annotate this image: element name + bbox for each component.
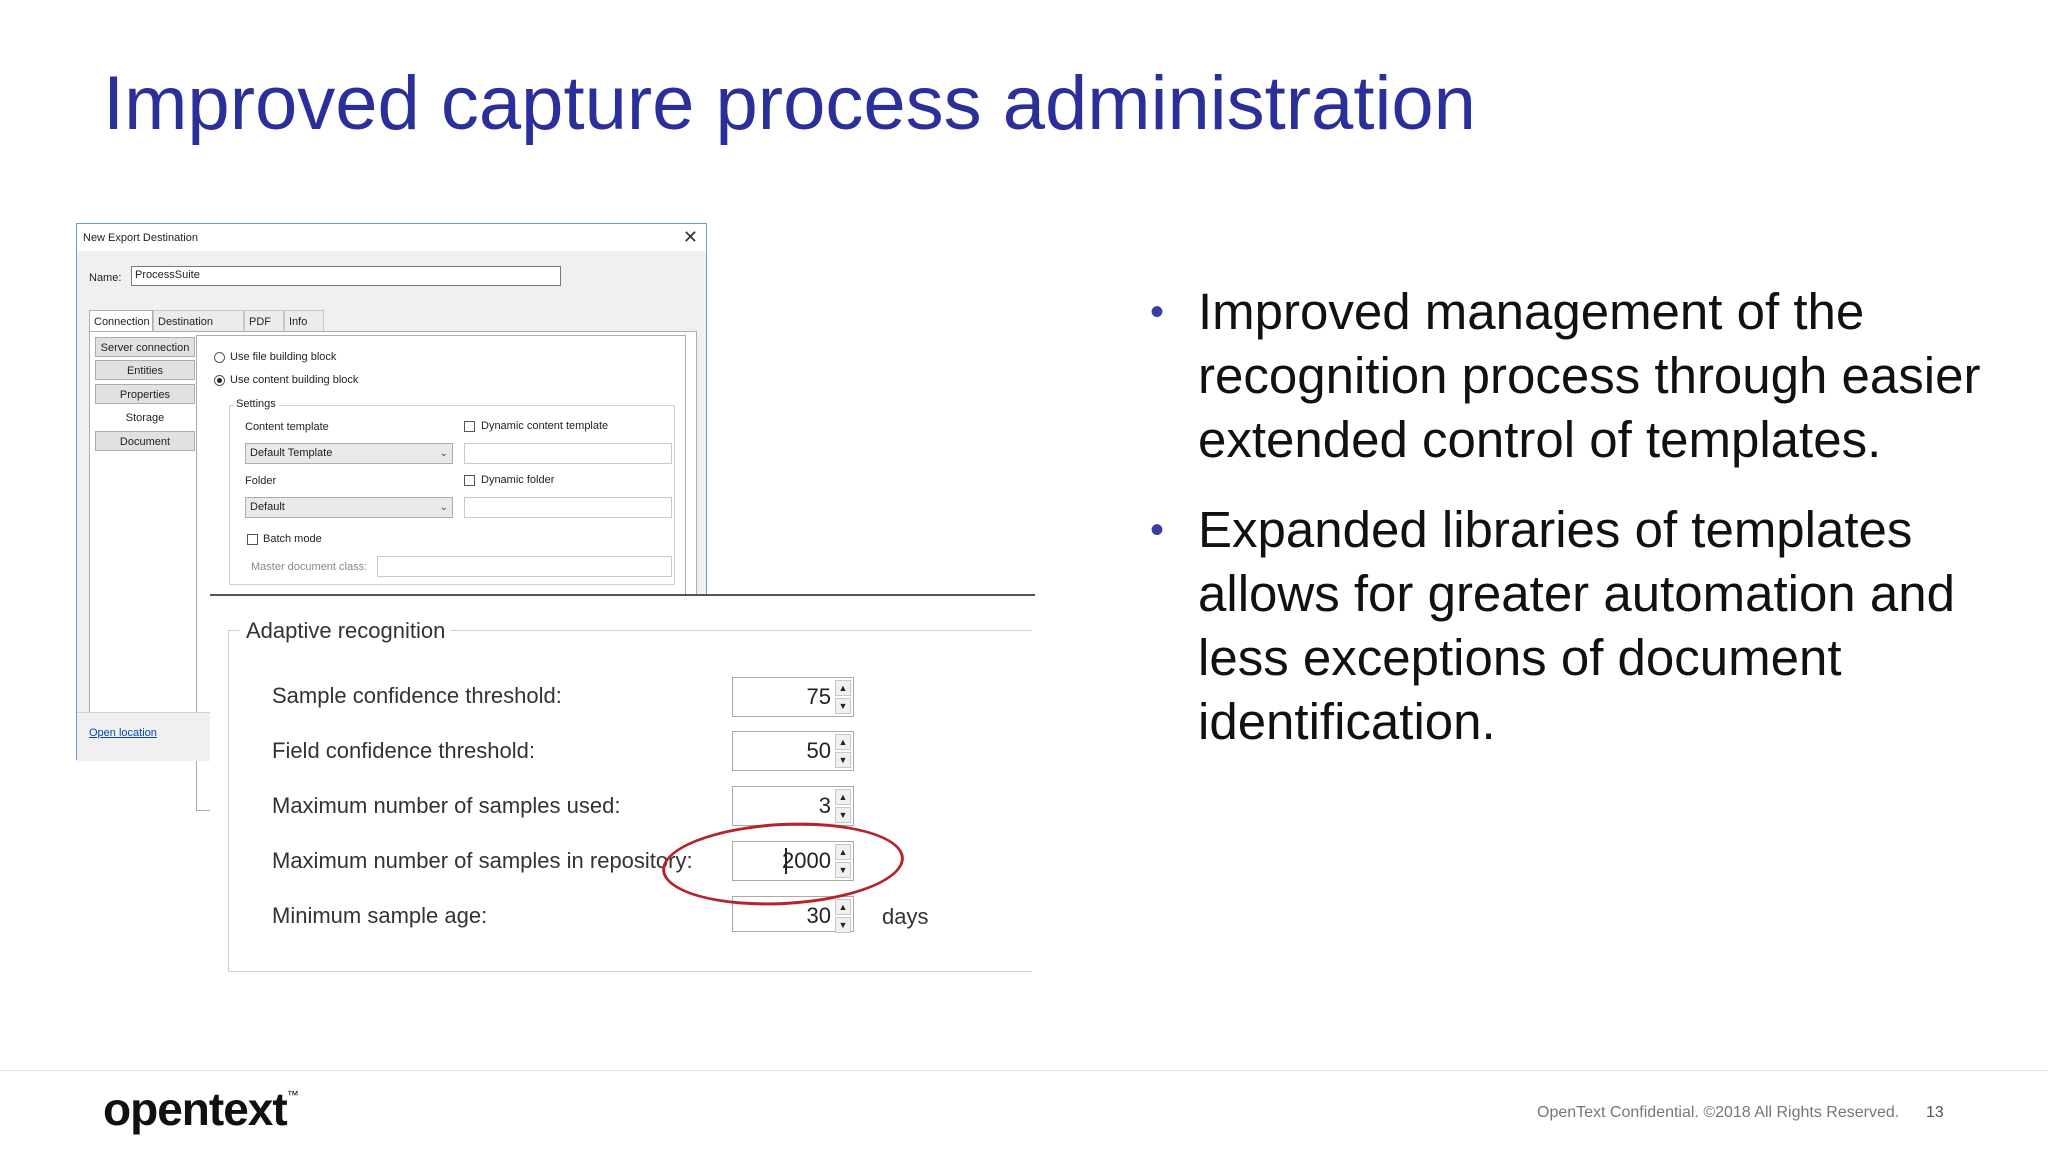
name-input[interactable]: ProcessSuite (131, 266, 561, 286)
name-label: Name: (89, 272, 122, 284)
open-location-link[interactable]: Open location (89, 727, 157, 739)
field-confidence-label: Field confidence threshold: (272, 738, 535, 763)
bullet-list: • Improved management of the recognition… (1150, 280, 2000, 780)
master-document-class-input[interactable] (377, 556, 672, 577)
settings-label: Settings (233, 398, 279, 410)
tab-pdf[interactable]: PDF (244, 310, 284, 332)
batch-mode-label: Batch mode (263, 533, 322, 545)
side-button-storage[interactable]: Storage (95, 407, 195, 427)
master-document-class-label: Master document class: (251, 561, 368, 573)
dialog-title: New Export Destination (83, 232, 198, 244)
dynamic-content-template-label: Dynamic content template (481, 420, 609, 432)
content-template-select[interactable]: Default Template ⌄ (245, 443, 453, 464)
slide-title: Improved capture process administration (103, 61, 1476, 146)
max-samples-used-value: 3 (818, 793, 831, 818)
field-confidence-spinner[interactable]: 50 ▲ ▼ (732, 731, 854, 771)
bullet-item: • Improved management of the recognition… (1150, 280, 2000, 472)
content-template-label: Content template (245, 421, 329, 433)
logo-text: opentext (103, 1083, 288, 1135)
min-sample-age-label: Minimum sample age: (272, 903, 488, 928)
bullet-text: Improved management of the recognition p… (1198, 283, 1981, 468)
side-button-server-connection[interactable]: Server connection (95, 337, 195, 357)
min-sample-age-unit: days (882, 904, 929, 929)
radio-content-building-block[interactable] (214, 375, 225, 386)
radio-content-label: Use content building block (230, 374, 359, 386)
max-samples-used-label: Maximum number of samples used: (272, 793, 621, 818)
dynamic-folder-checkbox[interactable] (464, 475, 475, 486)
radio-file-label: Use file building block (230, 351, 337, 363)
tab-destination-fields[interactable]: Destination fields (153, 310, 244, 350)
close-icon[interactable]: ✕ (683, 227, 698, 248)
opentext-logo: opentext™ (103, 1082, 299, 1136)
bullet-icon: • (1150, 290, 1165, 334)
max-samples-repository-label: Maximum number of samples in repository: (272, 848, 693, 873)
trademark-symbol: ™ (286, 1088, 299, 1102)
bullet-item: • Expanded libraries of templates allows… (1150, 498, 2000, 754)
dynamic-content-template-checkbox[interactable] (464, 421, 475, 432)
folder-value: Default (250, 501, 285, 513)
radio-file-building-block[interactable] (214, 352, 225, 363)
batch-mode-checkbox[interactable] (247, 534, 258, 545)
spin-down-icon[interactable]: ▼ (835, 698, 851, 714)
tab-connection[interactable]: Connection (89, 310, 153, 332)
dynamic-content-template-input[interactable] (464, 443, 672, 464)
bullet-icon: • (1150, 508, 1165, 552)
field-confidence-value: 50 (806, 738, 831, 763)
spin-up-icon[interactable]: ▲ (835, 680, 851, 696)
folder-label: Folder (245, 475, 277, 487)
spin-up-icon[interactable]: ▲ (835, 734, 851, 750)
bullet-text: Expanded libraries of templates allows f… (1198, 501, 1955, 750)
sample-confidence-value: 75 (806, 684, 831, 709)
tab-info[interactable]: Info (284, 310, 324, 332)
spin-down-icon[interactable]: ▼ (835, 752, 851, 768)
sample-confidence-spinner[interactable]: 75 ▲ ▼ (732, 677, 854, 717)
content-template-value: Default Template (250, 447, 333, 459)
min-sample-age-value: 30 (806, 903, 831, 928)
spin-up-icon[interactable]: ▲ (835, 899, 851, 915)
footer-divider (0, 1070, 2048, 1071)
side-button-document[interactable]: Document (95, 431, 195, 451)
copyright-text: OpenText Confidential. ©2018 All Rights … (1537, 1104, 1900, 1121)
max-samples-used-spinner[interactable]: 3 ▲ ▼ (732, 786, 854, 826)
chevron-down-icon: ⌄ (439, 502, 448, 513)
spin-up-icon[interactable]: ▲ (835, 789, 851, 805)
page-number: 13 (1926, 1104, 1944, 1121)
chevron-down-icon: ⌄ (439, 448, 448, 459)
dynamic-folder-label: Dynamic folder (481, 474, 555, 486)
spin-down-icon[interactable]: ▼ (835, 807, 851, 823)
side-button-properties[interactable]: Properties (95, 384, 195, 404)
adaptive-recognition-panel: Adaptive recognition Sample confidence t… (210, 594, 1035, 976)
side-button-entities[interactable]: Entities (95, 360, 195, 380)
dialog-titlebar: New Export Destination ✕ (77, 224, 706, 251)
spin-down-icon[interactable]: ▼ (835, 917, 851, 933)
adaptive-recognition-legend: Adaptive recognition (240, 618, 452, 644)
folder-select[interactable]: Default ⌄ (245, 497, 453, 518)
dynamic-folder-input[interactable] (464, 497, 672, 518)
sample-confidence-label: Sample confidence threshold: (272, 683, 562, 708)
